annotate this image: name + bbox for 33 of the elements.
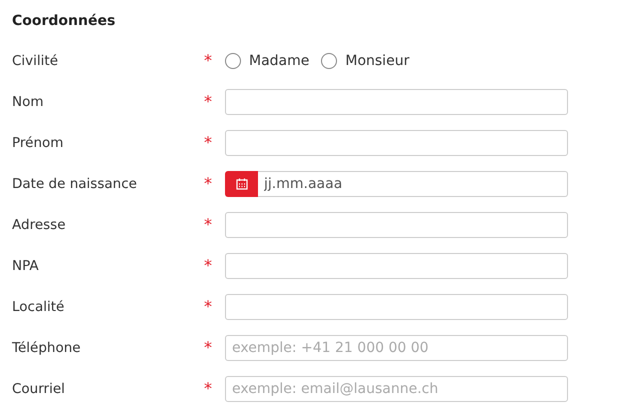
radio-option[interactable]: Monsieur — [321, 50, 410, 72]
required-mark: * — [204, 50, 213, 72]
input-field[interactable] — [225, 212, 568, 238]
required-mark: * — [204, 378, 213, 400]
calendar-icon — [236, 178, 248, 190]
required-mark: * — [204, 296, 213, 318]
field-label: Téléphone — [12, 338, 82, 358]
input-field[interactable] — [225, 130, 568, 156]
field-label: Nom — [12, 92, 45, 112]
required-mark: * — [204, 255, 213, 277]
input-field[interactable]: exemple: +41 21 000 00 00 — [225, 335, 568, 361]
radio-button[interactable] — [225, 53, 241, 69]
radio-option[interactable]: Madame — [225, 50, 310, 72]
field-label: NPA — [12, 256, 40, 276]
section-title: Coordonnées — [12, 12, 116, 31]
field-label: Civilité — [12, 52, 60, 71]
field-label: Adresse — [12, 216, 66, 235]
field-label: Localité — [12, 298, 66, 317]
input-field[interactable] — [225, 89, 568, 115]
required-mark: * — [204, 337, 213, 359]
input-field[interactable]: exemple: email@lausanne.ch — [225, 376, 568, 402]
field-label: Prénom — [12, 134, 64, 153]
required-mark: * — [204, 132, 213, 154]
radio-button[interactable] — [321, 53, 338, 69]
required-mark: * — [204, 214, 213, 236]
field-label: Courriel — [12, 380, 66, 399]
input-field[interactable] — [225, 253, 568, 279]
field-label: Date de naissance — [12, 174, 138, 194]
calendar-button[interactable] — [225, 171, 258, 197]
date-field[interactable]: jj.mm.aaaa — [258, 171, 568, 197]
required-mark: * — [204, 173, 213, 195]
required-mark: * — [204, 91, 213, 113]
input-field[interactable] — [225, 294, 568, 320]
